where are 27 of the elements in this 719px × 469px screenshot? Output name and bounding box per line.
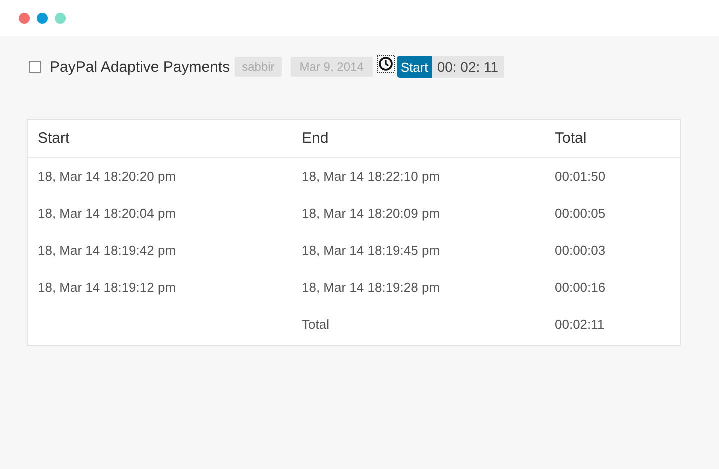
elapsed-time: 00: 02: 11 bbox=[432, 56, 504, 78]
date-tag: Mar 9, 2014 bbox=[290, 57, 373, 77]
maximize-dot[interactable] bbox=[55, 12, 66, 24]
table-cell-text: 18, Mar 14 18:19:42 pm bbox=[38, 243, 178, 258]
table-cell-text: 18, Mar 14 18:20:20 pm bbox=[38, 169, 178, 184]
table-cell-text: 18, Mar 14 18:19:12 pm bbox=[38, 280, 178, 295]
table-cell: 00:01:50 bbox=[555, 169, 606, 184]
table-cell-text: 18, Mar 14 18:22:10 pm bbox=[302, 169, 442, 184]
column-header: Start bbox=[38, 130, 71, 147]
minimize-dot[interactable] bbox=[37, 12, 48, 24]
start-button[interactable]: Start bbox=[396, 56, 432, 78]
table-cell: 00:00:16 bbox=[555, 280, 606, 295]
table-cell-text: 18, Mar 14 18:19:28 pm bbox=[302, 280, 442, 295]
table-cell: 00:00:05 bbox=[555, 206, 606, 221]
total-value: 00:02:11 bbox=[555, 317, 605, 332]
checkbox[interactable] bbox=[29, 61, 41, 73]
table-cell-text: 18, Mar 14 18:19:45 pm bbox=[302, 243, 442, 258]
total-label: Total bbox=[302, 317, 330, 332]
column-header: End bbox=[302, 130, 330, 147]
close-dot[interactable] bbox=[19, 12, 30, 24]
user-tag: sabbir bbox=[235, 57, 282, 77]
column-header: Total bbox=[555, 130, 587, 147]
table-cell-text: 18, Mar 14 18:20:09 pm bbox=[302, 206, 442, 221]
table-cell: 00:00:03 bbox=[555, 243, 606, 258]
clock-icon[interactable] bbox=[376, 55, 395, 73]
table-cell-text: 18, Mar 14 18:20:04 pm bbox=[38, 206, 178, 221]
task-title: PayPal Adaptive Payments bbox=[50, 58, 230, 76]
